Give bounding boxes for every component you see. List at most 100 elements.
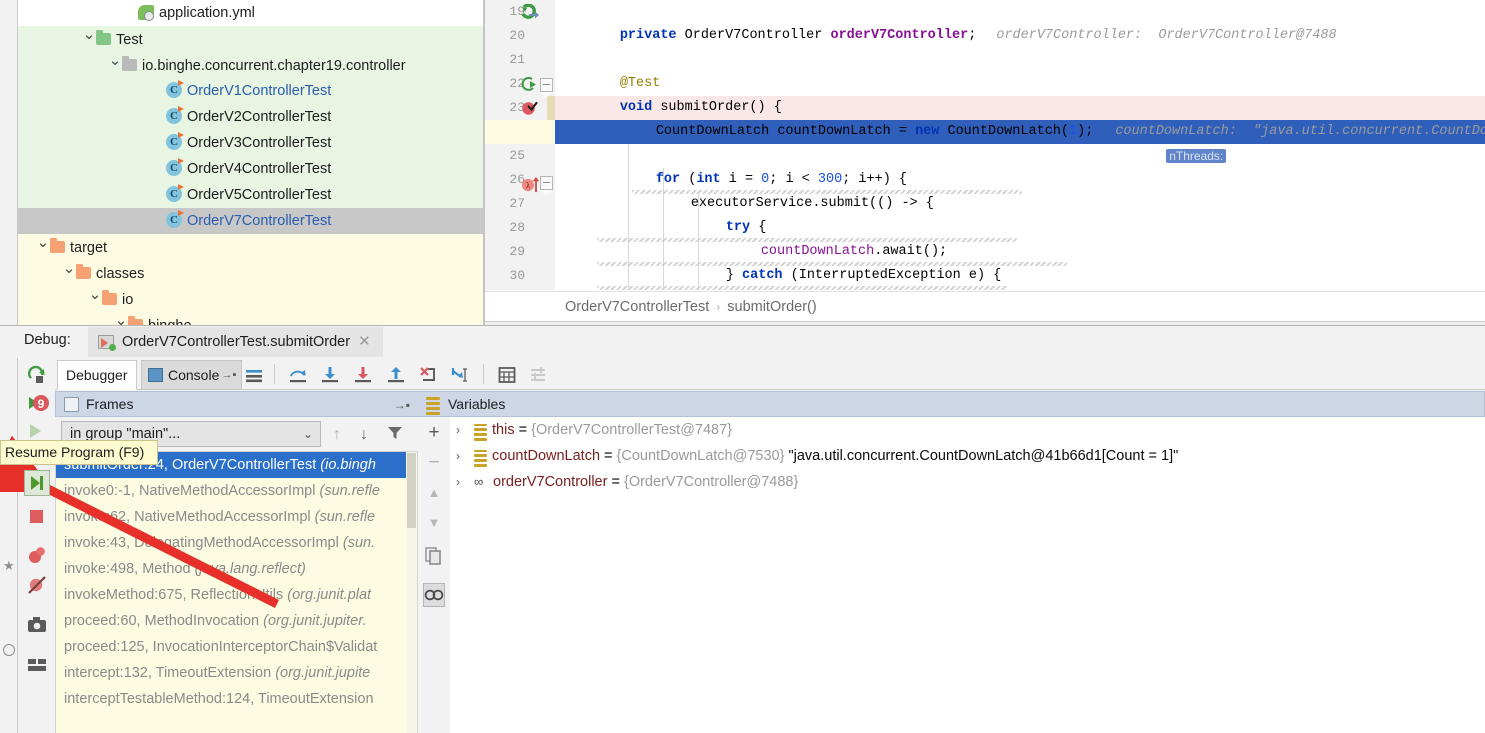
code-line-19[interactable]: private OrderV7Controller orderV7Control… bbox=[555, 0, 1337, 24]
tree-item[interactable]: classes bbox=[18, 260, 483, 286]
tab-debugger[interactable]: Debugger bbox=[57, 360, 137, 390]
lambda-breakpoint-icon[interactable]: λ bbox=[521, 175, 539, 193]
tree-item[interactable]: Test bbox=[18, 26, 483, 52]
tree-item[interactable]: application.yml bbox=[18, 0, 483, 26]
tree-item[interactable]: COrderV1ControllerTest bbox=[18, 78, 483, 104]
variable-row[interactable]: ›this = {OrderV7ControllerTest@7487} bbox=[450, 417, 1485, 443]
expand-chevron-icon[interactable]: › bbox=[456, 469, 474, 495]
view-breakpoints-icon[interactable] bbox=[26, 544, 48, 566]
tree-item[interactable]: io bbox=[18, 286, 483, 312]
code-line-27[interactable]: try { bbox=[661, 192, 766, 216]
tree-item[interactable]: COrderV2ControllerTest bbox=[18, 104, 483, 130]
run-to-cursor-icon[interactable] bbox=[451, 366, 469, 384]
code-editor[interactable]: 192021222324252627282930 bbox=[485, 0, 1485, 325]
tree-item[interactable]: target bbox=[18, 234, 483, 260]
tree-item[interactable]: binghe bbox=[18, 312, 483, 325]
step-out-icon[interactable] bbox=[387, 366, 405, 384]
tab-console[interactable]: Console →▪ bbox=[141, 360, 242, 390]
stop-icon[interactable] bbox=[26, 506, 48, 528]
show-execution-point-icon[interactable] bbox=[245, 366, 263, 384]
rerun-failed-tests-icon[interactable]: 9 bbox=[26, 392, 48, 414]
step-into-icon[interactable] bbox=[321, 366, 339, 384]
chevron-down-icon[interactable] bbox=[62, 260, 76, 287]
mute-breakpoints-icon[interactable] bbox=[26, 574, 48, 596]
tree-item[interactable]: io.binghe.concurrent.chapter19.controlle… bbox=[18, 52, 483, 78]
chevron-down-icon[interactable] bbox=[88, 286, 102, 313]
project-tree-panel[interactable]: application.ymlTestio.binghe.concurrent.… bbox=[18, 0, 483, 325]
frames-scrollbar[interactable] bbox=[406, 452, 417, 733]
rerun-icon[interactable] bbox=[26, 364, 48, 386]
tree-item[interactable]: COrderV5ControllerTest bbox=[18, 182, 483, 208]
layout-settings-icon[interactable] bbox=[26, 654, 48, 676]
code-line-21[interactable]: @Test bbox=[555, 48, 660, 72]
debug-session-tab[interactable]: OrderV7ControllerTest.submitOrder ✕ bbox=[88, 327, 383, 357]
run-test-icon[interactable] bbox=[521, 76, 539, 94]
variables-list[interactable]: ›this = {OrderV7ControllerTest@7487}›cou… bbox=[450, 417, 1485, 733]
step-over-icon[interactable] bbox=[289, 366, 307, 384]
code-line-23[interactable]: CountDownLatch countDownLatch = new Coun… bbox=[591, 96, 1485, 120]
frame-list-item[interactable]: invoke:62, NativeMethodAccessorImpl (sun… bbox=[56, 504, 417, 530]
inspect-icon[interactable] bbox=[423, 583, 445, 607]
chevron-down-icon[interactable]: ⌄ bbox=[303, 422, 313, 446]
chevron-down-icon[interactable] bbox=[82, 26, 96, 53]
tree-item[interactable]: COrderV3ControllerTest bbox=[18, 130, 483, 156]
breadcrumb[interactable]: OrderV7ControllerTest›submitOrder() bbox=[485, 291, 1485, 321]
frame-list-item[interactable]: interceptTestableMethod:124, TimeoutExte… bbox=[56, 686, 417, 712]
resume-program-icon-bg[interactable] bbox=[26, 420, 48, 442]
sidebar-item-favorites[interactable]: 2: Favorites bbox=[0, 483, 2, 548]
chevron-down-icon[interactable] bbox=[114, 312, 128, 325]
pin-tab-icon[interactable]: →▪ bbox=[221, 361, 236, 389]
code-fold-marker[interactable] bbox=[540, 78, 553, 92]
tree-item[interactable]: COrderV7ControllerTest bbox=[18, 208, 483, 234]
code-line-26[interactable]: executorService.submit(() -> { bbox=[626, 168, 934, 192]
variable-row[interactable]: ›∞orderV7Controller = {OrderV7Controller… bbox=[450, 469, 1485, 495]
code-line-30[interactable]: e.printStackTrace(); bbox=[696, 264, 923, 288]
copy-icon[interactable] bbox=[423, 547, 445, 569]
code-line-29[interactable]: } catch (InterruptedException e) { bbox=[661, 240, 1001, 264]
tree-item[interactable]: COrderV4ControllerTest bbox=[18, 156, 483, 182]
editor-gutter[interactable]: 192021222324252627282930 bbox=[485, 0, 547, 290]
scrollbar-thumb[interactable] bbox=[407, 453, 416, 528]
variable-row[interactable]: ›countDownLatch = {CountDownLatch@7530} … bbox=[450, 443, 1485, 469]
frame-list-item[interactable]: invoke0:-1, NativeMethodAccessorImpl (su… bbox=[56, 478, 417, 504]
hide-panel-icon[interactable]: →▪ bbox=[394, 398, 410, 412]
code-line-22[interactable]: void submitOrder() { bbox=[555, 72, 782, 96]
field-assign-icon[interactable] bbox=[521, 4, 539, 22]
resume-program-button[interactable] bbox=[24, 470, 50, 496]
arrow-up-icon[interactable]: ↑ bbox=[333, 426, 341, 444]
evaluate-expression-icon[interactable] bbox=[498, 366, 516, 384]
frame-list-item[interactable]: invokeMethod:675, ReflectionUtils (org.j… bbox=[56, 582, 417, 608]
arrow-down-icon[interactable]: ↓ bbox=[360, 426, 368, 444]
breakpoint-verified-icon[interactable] bbox=[521, 99, 539, 117]
line-number: 28 bbox=[485, 216, 525, 240]
frame-list-item[interactable]: proceed:60, MethodInvocation (org.junit.… bbox=[56, 608, 417, 634]
breadcrumb-method[interactable]: submitOrder() bbox=[727, 299, 816, 315]
frames-list[interactable]: submitOrder:24, OrderV7ControllerTest (i… bbox=[55, 451, 418, 733]
expand-chevron-icon[interactable]: › bbox=[456, 417, 474, 443]
close-icon[interactable]: ✕ bbox=[358, 327, 371, 357]
screenshot-icon[interactable] bbox=[26, 614, 48, 636]
frame-list-item[interactable]: invoke:498, Method (java.lang.reflect) bbox=[56, 556, 417, 582]
drop-frame-icon[interactable] bbox=[419, 366, 437, 384]
code-fold-marker[interactable] bbox=[540, 176, 553, 190]
move-up-icon[interactable]: ▲ bbox=[423, 485, 445, 507]
add-icon[interactable]: + bbox=[423, 423, 445, 445]
sidebar-item-structure[interactable]: Structure bbox=[0, 683, 2, 733]
code-line-25[interactable]: for (int i = 0; i < 300; i++) { bbox=[591, 144, 907, 168]
code-line-28[interactable]: countDownLatch.await(); bbox=[696, 216, 947, 240]
expand-chevron-icon[interactable]: › bbox=[456, 443, 474, 469]
frame-list-item[interactable]: invoke:43, DelegatingMethodAccessorImpl … bbox=[56, 530, 417, 556]
frame-list-item[interactable]: intercept:132, TimeoutExtension (org.jun… bbox=[56, 660, 417, 686]
force-step-into-icon[interactable] bbox=[354, 366, 372, 384]
breadcrumb-class[interactable]: OrderV7ControllerTest bbox=[565, 299, 709, 315]
settings-icon[interactable] bbox=[530, 366, 548, 384]
filter-icon[interactable] bbox=[387, 425, 403, 444]
sidebar-item-web[interactable]: Web bbox=[0, 603, 2, 628]
chevron-down-icon[interactable] bbox=[36, 234, 50, 261]
chevron-down-icon[interactable] bbox=[108, 52, 122, 79]
remove-icon[interactable]: − bbox=[423, 453, 445, 475]
frame-list-item[interactable]: proceed:125, InvocationInterceptorChain$… bbox=[56, 634, 417, 660]
code-line-24[interactable]: ExecutorService executorService = Execut… bbox=[591, 120, 1271, 144]
move-down-icon[interactable]: ▼ bbox=[423, 515, 445, 537]
tooltip: Resume Program (F9) bbox=[0, 440, 158, 465]
